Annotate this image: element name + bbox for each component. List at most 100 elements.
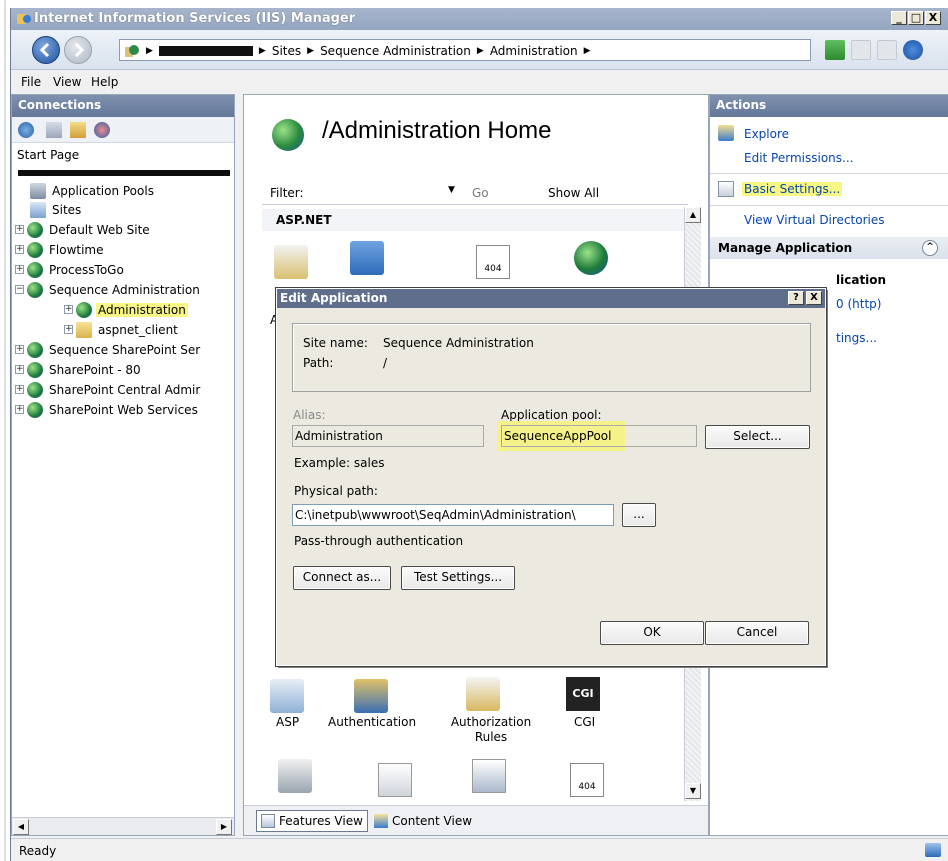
asp-icon[interactable]: [270, 679, 304, 713]
tree-item-sharepoint-80[interactable]: + SharePoint - 80: [15, 360, 143, 379]
expand-icon[interactable]: +: [64, 305, 73, 314]
feature-error-pages-icon[interactable]: 404: [570, 763, 604, 797]
close-button[interactable]: X: [925, 11, 941, 25]
feature-lock-icon[interactable]: [274, 245, 308, 279]
actions-header: Actions: [710, 95, 948, 117]
minimize-button[interactable]: _: [891, 11, 907, 25]
feature-default-document-icon[interactable]: [378, 763, 412, 797]
server-globe-icon: [125, 45, 139, 57]
tree-item-sequence-sharepoint[interactable]: + Sequence SharePoint Ser: [15, 340, 202, 359]
feature-cgi-label[interactable]: CGI: [574, 715, 595, 729]
connect-as-button[interactable]: Connect as...: [293, 566, 391, 590]
crumb-separator: ▶: [476, 46, 484, 56]
expand-icon[interactable]: +: [15, 225, 24, 234]
select-button[interactable]: Select...: [705, 425, 810, 449]
view-virtual-directories-link[interactable]: View Virtual Directories: [744, 213, 885, 227]
authentication-icon[interactable]: [354, 679, 388, 713]
feature-directory-browsing-icon[interactable]: [472, 759, 506, 793]
tree-item-flowtime[interactable]: + Flowtime: [15, 240, 106, 259]
menu-view[interactable]: View: [53, 75, 81, 89]
basic-settings-link[interactable]: Basic Settings...: [742, 182, 843, 196]
expand-icon[interactable]: +: [15, 365, 24, 374]
collapse-chevron-icon[interactable]: ^: [922, 240, 938, 256]
physical-path-field[interactable]: C:\inetpub\wwwroot\SeqAdmin\Administrati…: [292, 504, 614, 526]
back-button[interactable]: [32, 36, 60, 64]
feature-authorization-rules-label[interactable]: Authorization Rules: [444, 715, 538, 745]
menu-bar: File View Help: [11, 71, 948, 93]
crumb-administration[interactable]: Administration: [490, 44, 578, 58]
filter-label: Filter:: [270, 186, 304, 200]
edit-application-dialog: Edit Application ? X Site name: Sequence…: [275, 287, 827, 667]
tree-item-administration[interactable]: + Administration: [64, 300, 188, 319]
expand-icon[interactable]: +: [15, 385, 24, 394]
forward-button[interactable]: [64, 36, 92, 64]
tree-item-sites[interactable]: Sites: [30, 200, 83, 219]
filter-input[interactable]: [306, 183, 446, 201]
tree-item-sharepoint-central-admin[interactable]: + SharePoint Central Admir: [15, 380, 202, 399]
dialog-help-button[interactable]: ?: [788, 291, 804, 305]
crumb-separator: ▶: [583, 46, 591, 56]
crumb-sequence-administration[interactable]: Sequence Administration: [320, 44, 471, 58]
show-all-button[interactable]: Show All: [548, 186, 599, 200]
ok-button[interactable]: OK: [600, 621, 704, 645]
save-icon[interactable]: [46, 122, 62, 138]
crumb-sites[interactable]: Sites: [272, 44, 301, 58]
explore-link[interactable]: Explore: [744, 127, 789, 141]
crumb-separator: ▶: [258, 46, 266, 56]
feature-stack-icon[interactable]: [350, 241, 384, 275]
tree-item-start-page[interactable]: Start Page: [15, 145, 81, 164]
expand-icon[interactable]: +: [64, 325, 73, 334]
tree-item-sharepoint-web-services[interactable]: + SharePoint Web Services: [15, 400, 200, 419]
dialog-title: Edit Application: [280, 291, 388, 305]
tab-features-view[interactable]: Features View: [256, 810, 368, 832]
expand-icon[interactable]: +: [15, 245, 24, 254]
help-icon[interactable]: [903, 40, 923, 60]
go-button[interactable]: Go: [472, 186, 489, 200]
feature-authentication-label[interactable]: Authentication: [328, 715, 416, 729]
scroll-right-icon[interactable]: ▶: [216, 819, 232, 835]
dialog-close-button[interactable]: X: [806, 291, 822, 305]
collapse-icon[interactable]: −: [15, 285, 24, 294]
cancel-button[interactable]: Cancel: [705, 621, 809, 645]
connect-icon[interactable]: [18, 122, 34, 138]
feature-globe-icon[interactable]: [574, 241, 608, 275]
horizontal-scrollbar[interactable]: ◀ ▶: [12, 817, 234, 835]
menu-file[interactable]: File: [21, 75, 41, 89]
scroll-down-icon[interactable]: ▼: [685, 783, 701, 799]
filter-dropdown-icon[interactable]: ▼: [448, 185, 455, 195]
edit-permissions-link[interactable]: Edit Permissions...: [744, 151, 853, 165]
disconnect-icon[interactable]: [94, 122, 110, 138]
path-value: /: [383, 356, 388, 370]
tree-item-aspnet-client[interactable]: + aspnet_client: [64, 320, 180, 339]
home-icon[interactable]: [877, 40, 897, 60]
scroll-up-icon[interactable]: ▲: [685, 207, 701, 223]
browse-button[interactable]: ...: [622, 503, 656, 527]
refresh-icon[interactable]: [825, 40, 845, 60]
feature-asp-label[interactable]: ASP: [276, 715, 299, 729]
maximize-button[interactable]: □: [908, 11, 924, 25]
network-status-icon: [925, 843, 941, 857]
test-settings-button[interactable]: Test Settings...: [401, 566, 515, 590]
scroll-left-icon[interactable]: ◀: [13, 819, 29, 835]
tree-item-processtogo[interactable]: + ProcessToGo: [15, 260, 126, 279]
up-folder-icon[interactable]: [70, 122, 86, 138]
tree-item-application-pools[interactable]: Application Pools: [30, 181, 156, 200]
expand-icon[interactable]: +: [15, 265, 24, 274]
menu-help[interactable]: Help: [91, 75, 118, 89]
tree-item-sequence-administration[interactable]: − Sequence Administration: [15, 280, 202, 299]
tree-item-default-web-site[interactable]: + Default Web Site: [15, 220, 152, 239]
tab-content-view[interactable]: Content View: [370, 810, 476, 832]
example-label: Example: sales: [294, 456, 385, 470]
advanced-settings-link[interactable]: tings...: [836, 331, 877, 345]
title-bar: Internet Information Services (IIS) Mana…: [11, 8, 948, 30]
breadcrumb[interactable]: ▶ ▶ Sites ▶ Sequence Administration ▶ Ad…: [119, 39, 811, 61]
cgi-icon[interactable]: CGI: [566, 677, 600, 711]
expand-icon[interactable]: +: [15, 345, 24, 354]
manage-application-header[interactable]: Manage Application ^: [710, 237, 948, 259]
feature-404-icon[interactable]: 404: [476, 245, 510, 279]
expand-icon[interactable]: +: [15, 405, 24, 414]
authorization-rules-icon[interactable]: [466, 677, 500, 711]
stop-icon[interactable]: [851, 40, 871, 60]
browse-port-link[interactable]: 0 (http): [836, 297, 881, 311]
feature-compression-icon[interactable]: [278, 759, 312, 793]
